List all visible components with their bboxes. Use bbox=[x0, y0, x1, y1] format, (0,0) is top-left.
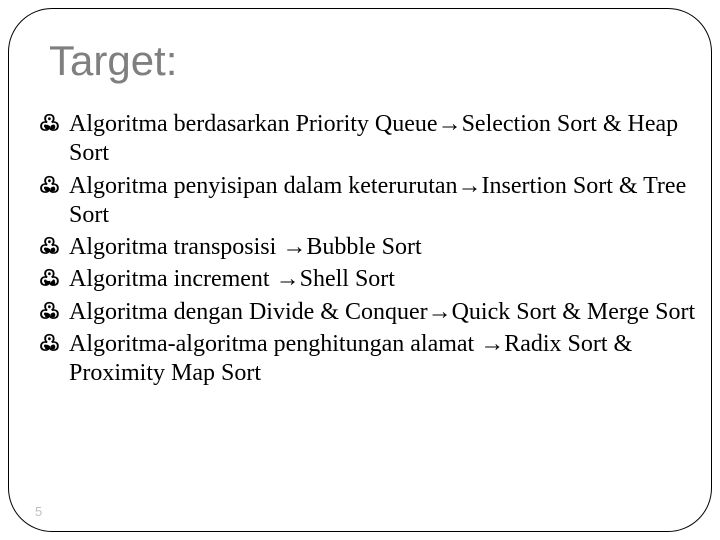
bullet-icon: ߷ bbox=[39, 329, 60, 358]
list-item: ߷ Algoritma-algoritma penghitungan alama… bbox=[43, 329, 701, 389]
bullet-icon: ߷ bbox=[39, 109, 60, 138]
item-text-post: Shell Sort bbox=[300, 266, 395, 292]
page-number: 5 bbox=[35, 504, 42, 519]
list-item: ߷ Algoritma transposisi →Bubble Sort bbox=[43, 232, 701, 262]
slide-title: Target: bbox=[49, 37, 701, 85]
item-text-post: Quick Sort & Merge Sort bbox=[452, 299, 696, 325]
arrow-icon: → bbox=[282, 233, 306, 260]
list-item: ߷ Algoritma berdasarkan Priority Queue→S… bbox=[43, 109, 701, 169]
bullet-icon: ߷ bbox=[39, 297, 60, 326]
arrow-icon: → bbox=[438, 110, 462, 137]
arrow-icon: → bbox=[480, 330, 504, 357]
list-item: ߷ Algoritma increment →Shell Sort bbox=[43, 264, 701, 294]
item-text-pre: Algoritma transposisi bbox=[69, 234, 282, 260]
bullet-icon: ߷ bbox=[39, 171, 60, 200]
arrow-icon: → bbox=[276, 265, 300, 292]
item-text-post: Bubble Sort bbox=[306, 234, 421, 260]
item-text-pre: Algoritma increment bbox=[69, 266, 276, 292]
bullet-icon: ߷ bbox=[39, 232, 60, 261]
item-text-pre: Algoritma berdasarkan Priority Queue bbox=[69, 111, 438, 137]
slide: Target: ߷ Algoritma berdasarkan Priority… bbox=[0, 0, 720, 540]
arrow-icon: → bbox=[428, 298, 452, 325]
list-item: ߷ Algoritma penyisipan dalam keterurutan… bbox=[43, 171, 701, 231]
list-item: ߷ Algoritma dengan Divide & Conquer→Quic… bbox=[43, 297, 701, 327]
item-text-pre: Algoritma-algoritma penghitungan alamat bbox=[69, 331, 480, 357]
bullet-list: ߷ Algoritma berdasarkan Priority Queue→S… bbox=[43, 109, 701, 388]
slide-frame: Target: ߷ Algoritma berdasarkan Priority… bbox=[8, 8, 712, 532]
item-text-pre: Algoritma penyisipan dalam keterurutan bbox=[69, 173, 458, 199]
arrow-icon: → bbox=[458, 172, 482, 199]
item-text-pre: Algoritma dengan Divide & Conquer bbox=[69, 299, 428, 325]
bullet-icon: ߷ bbox=[39, 264, 60, 293]
